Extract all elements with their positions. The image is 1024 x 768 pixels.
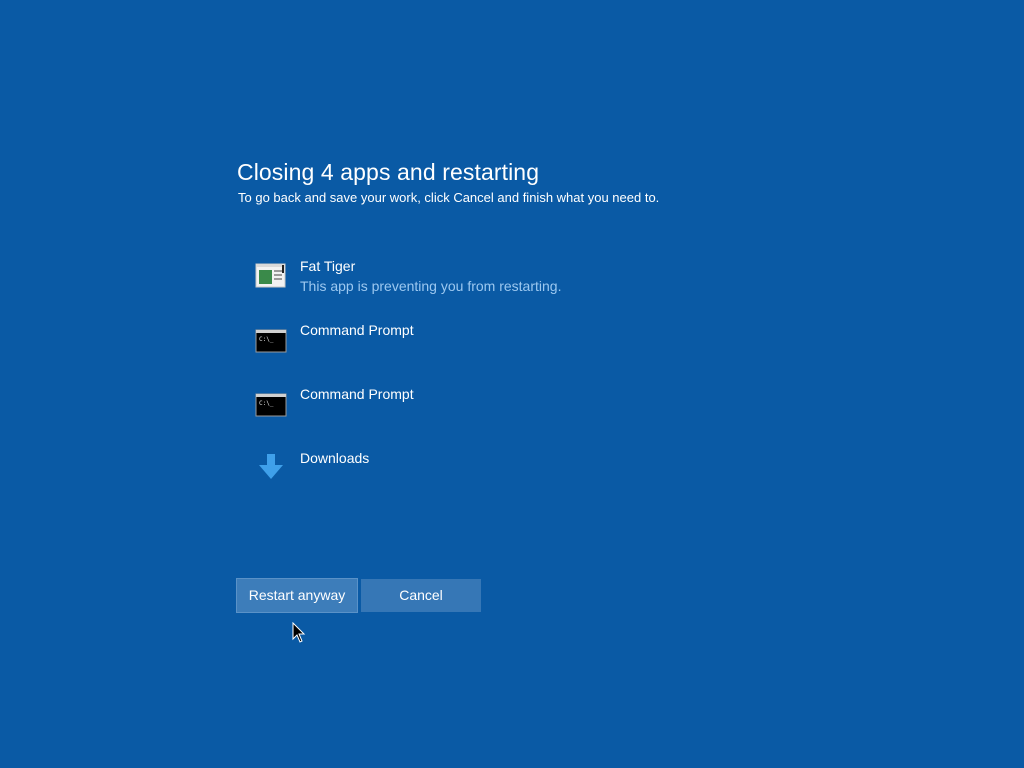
app-name: Downloads <box>300 450 370 466</box>
restart-anyway-button[interactable]: Restart anyway <box>236 578 358 613</box>
dialog-subtitle: To go back and save your work, click Can… <box>238 190 660 205</box>
app-name: Fat Tiger <box>300 258 356 274</box>
svg-text:C:\_: C:\_ <box>259 336 274 343</box>
download-arrow-icon <box>255 454 287 482</box>
cancel-button[interactable]: Cancel <box>361 579 481 612</box>
app-name: Command Prompt <box>300 386 414 402</box>
restart-screen: Closing 4 apps and restarting To go back… <box>0 0 1024 768</box>
list-item-downloads: Downloads <box>255 450 755 514</box>
button-row: Restart anyway Cancel <box>236 578 485 613</box>
command-prompt-icon: C:\_ <box>255 390 287 418</box>
app-status-warning: This app is preventing you from restarti… <box>300 278 562 294</box>
mouse-cursor-icon <box>292 621 306 644</box>
fat-tiger-app-icon <box>255 262 287 290</box>
list-item-fat-tiger: Fat Tiger This app is preventing you fro… <box>255 258 755 322</box>
list-item-command-prompt: C:\_ Command Prompt <box>255 386 755 450</box>
list-item-command-prompt: C:\_ Command Prompt <box>255 322 755 386</box>
svg-text:C:\_: C:\_ <box>259 400 274 407</box>
dialog-title: Closing 4 apps and restarting <box>237 159 540 185</box>
command-prompt-icon: C:\_ <box>255 326 287 354</box>
app-name: Command Prompt <box>300 322 414 338</box>
app-list: Fat Tiger This app is preventing you fro… <box>255 258 755 514</box>
